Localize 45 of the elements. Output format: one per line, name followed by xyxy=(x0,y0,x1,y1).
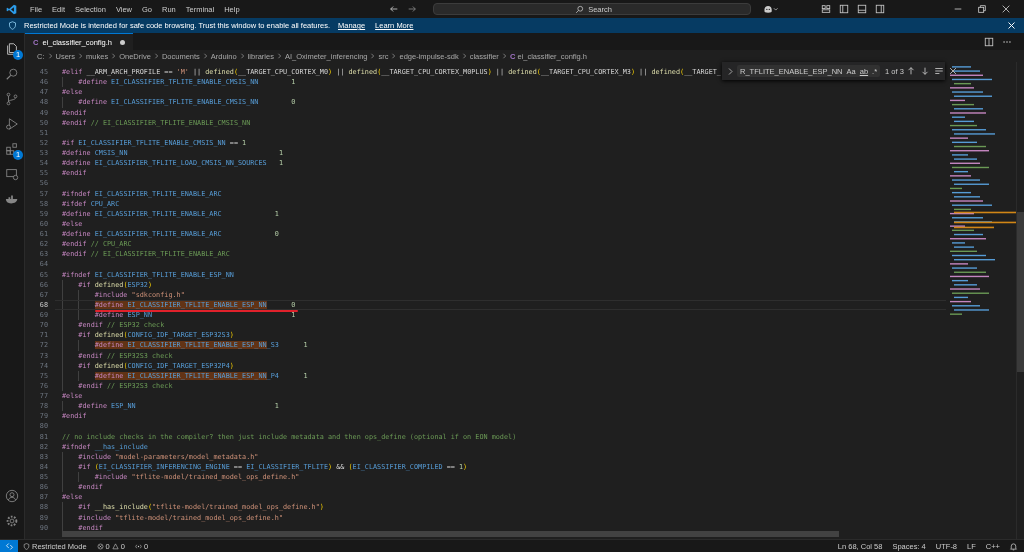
split-editor-icon[interactable] xyxy=(984,36,994,47)
error-icon xyxy=(96,542,104,550)
sidebar-toggle-icon[interactable] xyxy=(838,4,849,14)
chevron-icon xyxy=(78,53,84,59)
down-arrow-icon[interactable] xyxy=(919,66,930,76)
back-arrow-icon[interactable] xyxy=(388,4,399,14)
scrollbar[interactable] xyxy=(62,531,839,537)
up-arrow-icon[interactable] xyxy=(905,66,916,76)
chevron-icon xyxy=(153,53,159,59)
secondary-sidebar-toggle-icon[interactable] xyxy=(874,4,885,14)
forward-arrow-icon[interactable] xyxy=(406,4,417,14)
settings-icon[interactable] xyxy=(5,513,19,528)
chevron-icon xyxy=(239,53,245,59)
copilot-icon[interactable] xyxy=(762,4,779,14)
layout-icon[interactable] xyxy=(820,4,831,14)
close-icon[interactable] xyxy=(1001,4,1011,14)
chevron-icon[interactable] xyxy=(726,66,735,76)
search-icon xyxy=(575,4,585,14)
extensions-icon[interactable] xyxy=(5,141,19,156)
search-icon[interactable] xyxy=(5,66,19,81)
chevron-icon xyxy=(370,53,376,59)
branch-icon[interactable] xyxy=(5,91,19,106)
play-bug-icon[interactable] xyxy=(5,116,19,131)
lines-icon[interactable] xyxy=(933,66,944,76)
scrollbar[interactable] xyxy=(1016,62,1024,539)
remote-icon xyxy=(4,541,14,551)
bell-icon[interactable] xyxy=(1009,541,1018,551)
panel-toggle-icon[interactable] xyxy=(856,4,867,14)
files-icon[interactable] xyxy=(5,41,19,56)
chevron-icon xyxy=(461,53,467,59)
chevron-icon xyxy=(391,53,397,59)
chevron-icon xyxy=(111,53,117,59)
restore-icon[interactable] xyxy=(977,4,987,14)
broadcast-icon xyxy=(134,542,142,550)
shield-icon xyxy=(8,21,17,30)
monitor-icon[interactable] xyxy=(5,166,19,181)
chevron-icon xyxy=(501,53,507,59)
close-icon[interactable] xyxy=(947,66,958,76)
account-icon[interactable] xyxy=(5,488,19,503)
chevron-icon xyxy=(202,53,208,59)
chevron-icon xyxy=(276,53,282,59)
chevron-icon xyxy=(47,53,53,59)
app-logo-icon xyxy=(6,3,17,15)
shield-icon xyxy=(23,542,30,550)
warning-icon xyxy=(111,542,119,550)
